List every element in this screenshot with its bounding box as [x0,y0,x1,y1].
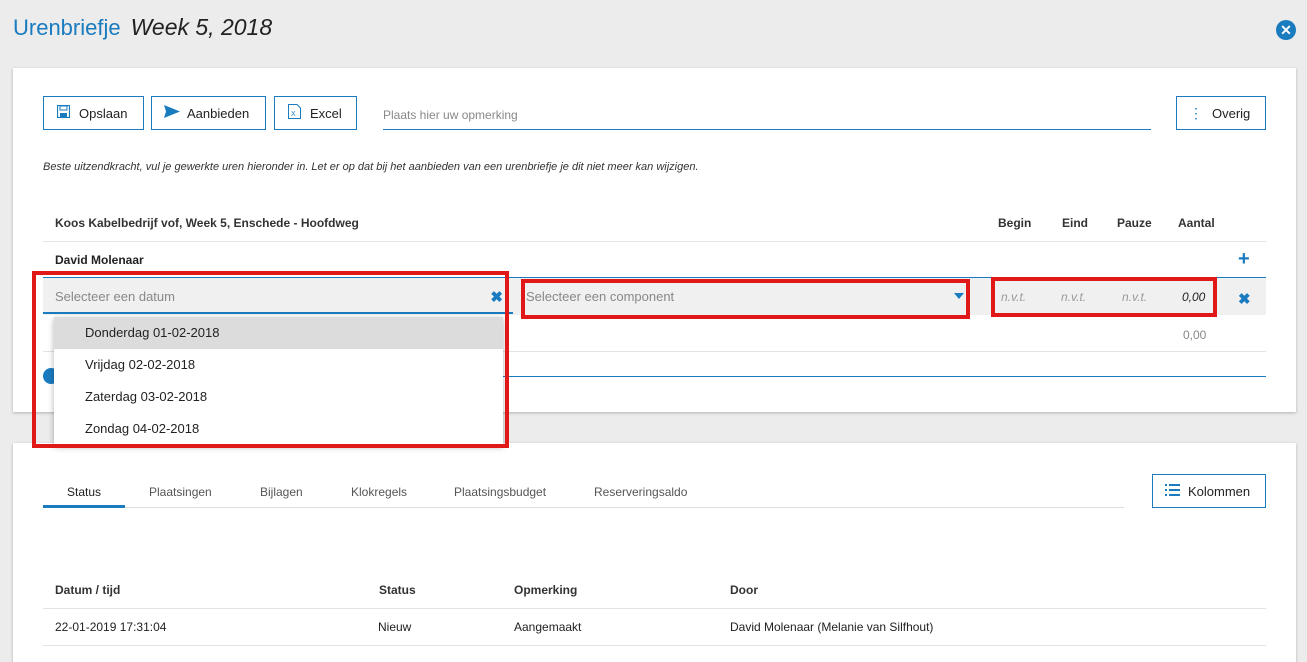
offer-button-label: Aanbieden [187,105,250,121]
active-tab-indicator [43,505,125,508]
tab-attachments[interactable]: Bijlagen [260,485,303,499]
placement-title: Koos Kabelbedrijf vof, Week 5, Enschede … [55,216,359,230]
remark-input[interactable]: Plaats hier uw opmerking [383,98,1151,130]
highlight-box-date [32,271,509,448]
page-subtitle: Week 5, 2018 [130,14,273,40]
columns-button-label: Kolommen [1188,483,1251,499]
list-icon [1165,483,1180,499]
more-button-label: Overig [1212,105,1251,121]
excel-file-icon: X [287,104,301,122]
header-datetime: Datum / tijd [55,583,121,597]
notice-text: Beste uitzendkracht, vul je gewerkte ure… [43,161,699,173]
delete-row-icon[interactable]: ✖ [1238,290,1251,308]
divider [43,241,1266,242]
divider [43,608,1266,609]
save-button[interactable]: Opslaan [43,96,144,130]
tab-status[interactable]: Status [67,485,101,499]
add-row-icon[interactable]: + [1238,249,1250,269]
person-name: David Molenaar [55,253,144,267]
excel-button-label: Excel [310,105,342,121]
divider [43,645,1266,646]
tabs-divider [43,507,1124,508]
col-amount: Aantal [1178,216,1215,230]
col-end: Eind [1062,216,1088,230]
save-button-label: Opslaan [79,105,128,121]
col-pause: Pauze [1117,216,1152,230]
page-title: Urenbriefje [13,15,121,40]
tab-placements[interactable]: Plaatsingen [149,485,212,499]
total-amount: 0,00 [1183,328,1207,342]
tab-reservation-balance[interactable]: Reserveringsaldo [594,485,687,499]
header-status: Status [379,583,416,597]
offer-button[interactable]: Aanbieden [151,96,266,130]
vertical-dots-icon: ⋮ [1189,104,1203,121]
tab-clock-rules[interactable]: Klokregels [351,485,407,499]
header-remark: Opmerking [514,583,578,597]
header-by: Door [730,583,758,597]
page-header: Urenbriefje Week 5, 2018 [13,14,272,46]
floppy-disk-icon [56,104,70,121]
more-button[interactable]: ⋮ Overig [1176,96,1266,130]
cell-remark: Aangemaakt [514,620,582,634]
tab-placement-budget[interactable]: Plaatsingsbudget [454,485,546,499]
send-icon [164,105,180,121]
columns-button[interactable]: Kolommen [1152,474,1266,508]
highlight-box-component [521,279,970,319]
excel-button[interactable]: X Excel [274,96,357,130]
highlight-box-hours [991,277,1217,317]
col-begin: Begin [998,216,1032,230]
svg-text:X: X [291,111,296,118]
status-card: Status Plaatsingen Bijlagen Klokregels P… [13,443,1296,662]
cell-datetime: 22-01-2019 17:31:04 [55,620,167,634]
cell-by: David Molenaar (Melanie van Silfhout) [730,620,934,634]
close-circle-icon[interactable]: ✕ [1276,20,1296,40]
cell-status: Nieuw [378,620,412,634]
